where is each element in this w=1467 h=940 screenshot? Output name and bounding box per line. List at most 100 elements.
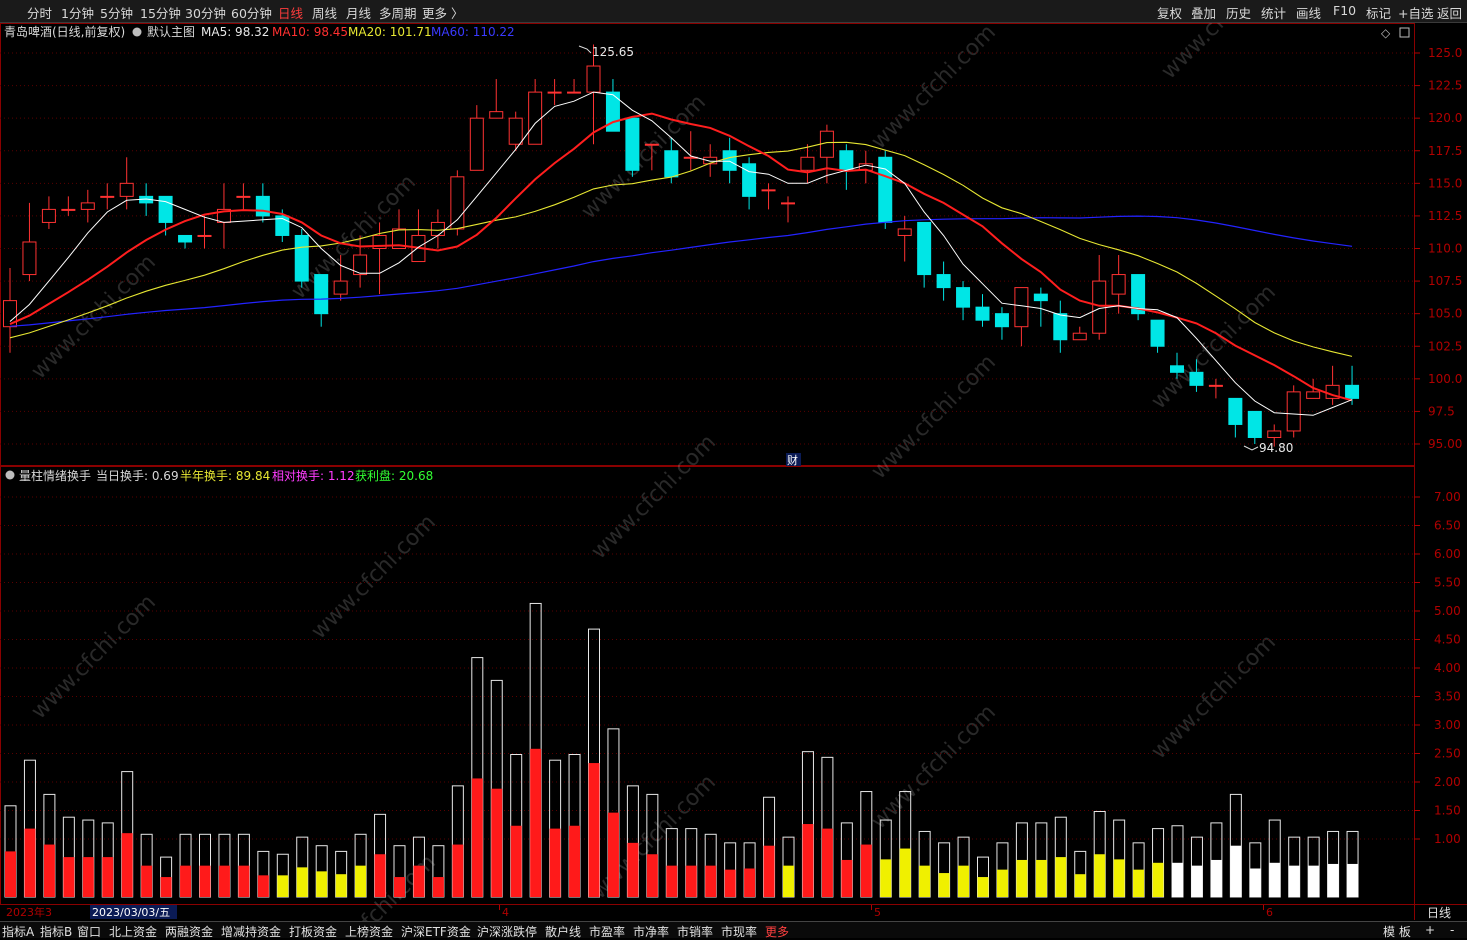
watermark-text: www.cfchi.com xyxy=(867,350,1001,484)
watermark-text: www.cfchi.com xyxy=(27,590,161,724)
candle-up xyxy=(1111,274,1126,295)
tab-ps[interactable]: 市销率 xyxy=(677,923,713,940)
low-value: 94.80 xyxy=(1259,441,1293,455)
candle-up xyxy=(236,195,251,198)
price-y-axis: 125.0 122.5 120.0 117.5 115.0 112.5 110.0 107.5… xyxy=(1414,46,1462,451)
zoom-out-button[interactable]: - xyxy=(1450,923,1454,937)
tab-pb[interactable]: 市净率 xyxy=(633,923,669,940)
tab-retail-line[interactable]: 散户线 xyxy=(545,923,581,940)
candle-up xyxy=(333,280,348,295)
f10-button[interactable]: F10 xyxy=(1333,3,1356,18)
candle-up xyxy=(567,91,582,94)
kline-chart-area[interactable]: www.cfchi.com www.cfchi.com www.cfchi.com w… xyxy=(0,23,1467,937)
financial-report-label: 财 xyxy=(787,453,798,467)
turnover-bar-fill xyxy=(180,865,192,897)
turnover-bar-fill xyxy=(394,877,405,897)
template-name[interactable]: 默认主图 xyxy=(147,24,195,39)
period-monthly[interactable]: 月线 xyxy=(346,3,371,22)
turnover-bar-fill xyxy=(257,875,269,897)
tab-margin[interactable]: 两融资金 xyxy=(165,923,213,940)
stock-name[interactable]: 青岛啤酒(日线,前复权) xyxy=(4,24,125,39)
candle-up xyxy=(119,182,134,197)
zoom-in-button[interactable]: + xyxy=(1425,923,1435,937)
indicator-selector-icon[interactable] xyxy=(5,470,15,480)
candle-down xyxy=(839,150,854,171)
candle-down xyxy=(158,195,173,223)
stats-button[interactable]: 统计 xyxy=(1261,3,1286,22)
tab-holding-change[interactable]: 增减持资金 xyxy=(221,923,281,940)
candle-up xyxy=(1267,430,1282,438)
turnover-bar-fill xyxy=(919,865,931,897)
tab-more[interactable]: 更多 xyxy=(765,923,789,940)
indicator-tick-label: 7.00 xyxy=(1434,490,1461,504)
turnover-bar-fill xyxy=(1152,862,1164,897)
template-selector-icon[interactable] xyxy=(132,27,142,37)
candle-up xyxy=(644,143,659,146)
turnover-bar-fill xyxy=(899,848,911,897)
indicator-name[interactable]: 量柱情绪换手 xyxy=(19,468,91,483)
turnover-bar-fill xyxy=(977,877,989,897)
period-more[interactable]: 更多 〉 xyxy=(422,3,463,22)
price-tick-label: 102.5 xyxy=(1428,339,1462,353)
back-button[interactable]: 返回 xyxy=(1437,3,1462,22)
price-tick-label: 100.0 xyxy=(1428,372,1462,386)
watermark-text: www.cfchi.com xyxy=(867,700,1001,834)
candle-down xyxy=(178,234,193,243)
period-weekly[interactable]: 周线 xyxy=(312,3,337,22)
tab-pe[interactable]: 市盈率 xyxy=(589,923,625,940)
indicator-tick-label: 1.50 xyxy=(1434,804,1461,818)
watermark-text: www.cfchi.com xyxy=(307,510,441,644)
x-label-year: 2023年3 xyxy=(6,905,52,919)
overlay-button[interactable]: 叠加 xyxy=(1191,3,1216,22)
turnover-bar-fill xyxy=(1172,862,1183,897)
turnover-bar-fill xyxy=(24,828,36,897)
tab-etf-funds[interactable]: 沪深ETF资金 xyxy=(401,923,471,940)
candle-up xyxy=(528,91,543,145)
period-daily[interactable]: 日线 xyxy=(278,3,303,22)
low-marker: 94.80 xyxy=(1243,441,1293,455)
tab-pcf[interactable]: 市现率 xyxy=(721,923,757,940)
draw-button[interactable]: 画线 xyxy=(1296,3,1321,22)
period-60min[interactable]: 60分钟 xyxy=(231,3,272,22)
turnover-bar-fill xyxy=(413,865,425,897)
period-15min[interactable]: 15分钟 xyxy=(140,3,181,22)
tab-limit-stats[interactable]: 沪深涨跌停 xyxy=(477,923,537,940)
candle-up xyxy=(61,208,76,211)
add-watchlist-button[interactable]: +自选 xyxy=(1398,3,1433,22)
candle-up xyxy=(41,208,56,223)
candle-up xyxy=(1208,384,1223,387)
tab-window[interactable]: 窗口 xyxy=(77,923,101,940)
price-tick-label: 122.5 xyxy=(1428,79,1462,93)
period-fenshi[interactable]: 分时 xyxy=(27,3,52,22)
period-multi[interactable]: 多周期 xyxy=(379,3,417,22)
template-button[interactable]: 模 板 xyxy=(1383,923,1411,940)
turnover-bar-fill xyxy=(296,867,308,897)
turnover-bar-fill xyxy=(1230,845,1242,897)
diamond-icon[interactable]: ◇ xyxy=(1381,26,1391,40)
maximize-icon[interactable] xyxy=(1399,27,1410,38)
indicator-tick-label: 4.50 xyxy=(1434,633,1461,647)
high-marker: 125.65 xyxy=(578,45,634,59)
period-30min[interactable]: 30分钟 xyxy=(185,3,226,22)
price-tick-label: 112.5 xyxy=(1428,209,1462,223)
x-axis: 2023年3 2023/03/03/五 4 5 6 日线 xyxy=(6,905,1451,920)
tab-indicator-a[interactable]: 指标A xyxy=(2,923,34,940)
period-5min[interactable]: 5分钟 xyxy=(100,3,133,22)
tab-limit-up-funds[interactable]: 打板资金 xyxy=(289,923,337,940)
turnover-bar-fill xyxy=(841,859,853,897)
fuquan-button[interactable]: 复权 xyxy=(1157,3,1182,22)
candle-up xyxy=(508,117,523,145)
candle-up xyxy=(450,176,465,230)
candle-down xyxy=(722,150,737,171)
indicator-tab-bar: 指标A 指标B 窗口 北上资金 两融资金 增减持资金 打板资金 上榜资金 沪深E… xyxy=(0,921,1467,940)
tab-toplist-funds[interactable]: 上榜资金 xyxy=(345,923,393,940)
period-1min[interactable]: 1分钟 xyxy=(61,3,94,22)
watermark-text: www.cfchi.com xyxy=(27,250,161,384)
history-button[interactable]: 历史 xyxy=(1226,3,1251,22)
tab-northbound[interactable]: 北上资金 xyxy=(109,923,157,940)
price-tick-label: 117.5 xyxy=(1428,144,1462,158)
mark-button[interactable]: 标记 xyxy=(1366,3,1391,22)
tab-indicator-b[interactable]: 指标B xyxy=(40,923,72,940)
period-indicator[interactable]: 日线 xyxy=(1427,906,1451,920)
turnover-bar-fill xyxy=(199,865,211,897)
